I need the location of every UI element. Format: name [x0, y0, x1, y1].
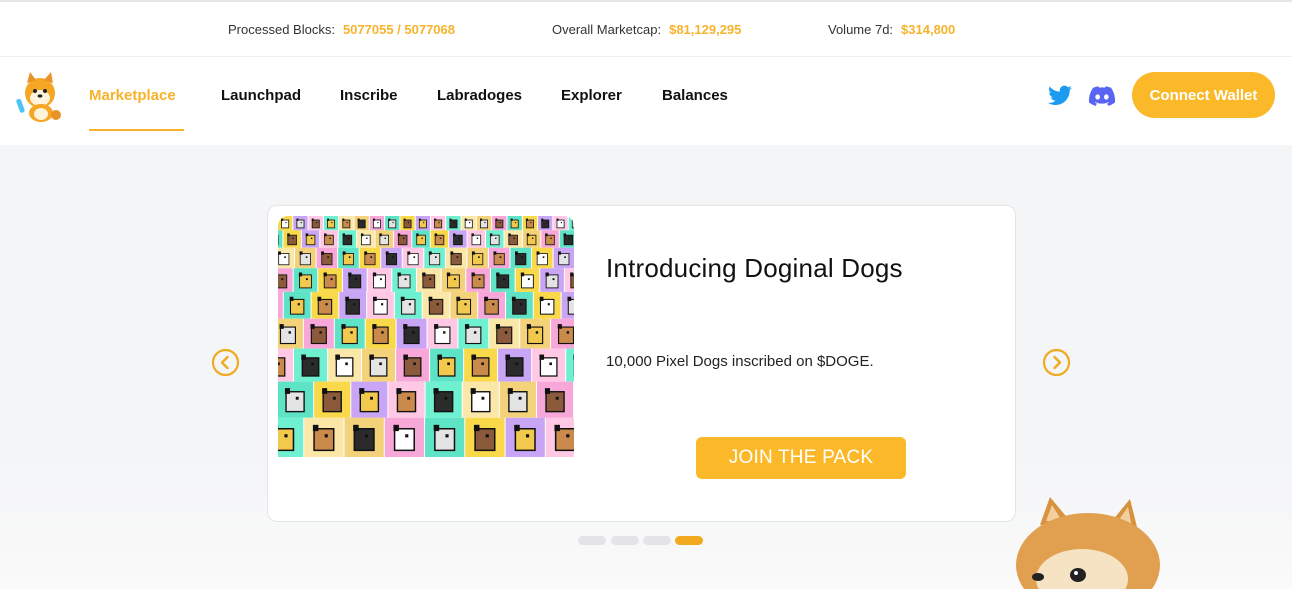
nav-item-marketplace[interactable]: Marketplace [89, 87, 176, 104]
chevron-right-circle-icon[interactable] [1042, 348, 1071, 377]
marketcap-stat: Overall Marketcap: $81,129,295 [552, 22, 741, 37]
chevron-left-circle-icon[interactable] [211, 348, 240, 377]
pixel-dogs-collage-image [278, 216, 574, 512]
carousel-slide-card: Introducing Doginal Dogs 10,000 Pixel Do… [267, 205, 1016, 522]
shiba-doge-peek-image [1016, 497, 1160, 589]
hero-carousel-section: Introducing Doginal Dogs 10,000 Pixel Do… [0, 145, 1292, 589]
nav-item-inscribe[interactable]: Inscribe [340, 87, 398, 104]
doge-mascot-logo-icon[interactable] [10, 69, 68, 127]
twitter-icon[interactable] [1047, 83, 1073, 109]
discord-icon[interactable] [1089, 83, 1115, 109]
active-nav-underline [89, 129, 184, 131]
carousel-dot-3[interactable] [643, 536, 671, 545]
marketcap-label: Overall Marketcap: [552, 22, 662, 37]
stats-bar: Processed Blocks: 5077055 / 5077068 Overa… [0, 0, 1292, 57]
marketcap-value: $81,129,295 [669, 22, 742, 37]
volume-value: $314,800 [901, 22, 956, 37]
volume-stat: Volume 7d: $314,800 [828, 22, 955, 37]
nav-item-labradoges[interactable]: Labradoges [437, 87, 522, 104]
carousel-dot-1[interactable] [578, 536, 606, 545]
processed-blocks-stat: Processed Blocks: 5077055 / 5077068 [228, 22, 455, 37]
connect-wallet-button[interactable]: Connect Wallet [1132, 72, 1275, 118]
processed-blocks-value: 5077055 / 5077068 [342, 22, 455, 37]
join-the-pack-button[interactable]: JOIN THE PACK [696, 437, 906, 479]
volume-label: Volume 7d: [828, 22, 894, 37]
carousel-dot-4[interactable] [675, 536, 703, 545]
nav-item-balances[interactable]: Balances [662, 87, 728, 104]
nav-item-launchpad[interactable]: Launchpad [221, 87, 301, 104]
nav-item-explorer[interactable]: Explorer [561, 87, 622, 104]
slide-description: 10,000 Pixel Dogs inscribed on $DOGE. [606, 353, 874, 370]
main-nav: Marketplace Launchpad Inscribe Labradoge… [0, 57, 1292, 145]
carousel-dot-2[interactable] [611, 536, 639, 545]
slide-title: Introducing Doginal Dogs [606, 253, 903, 283]
processed-blocks-label: Processed Blocks: [228, 22, 335, 37]
pixel-dogs-collage-graphic [278, 216, 574, 458]
